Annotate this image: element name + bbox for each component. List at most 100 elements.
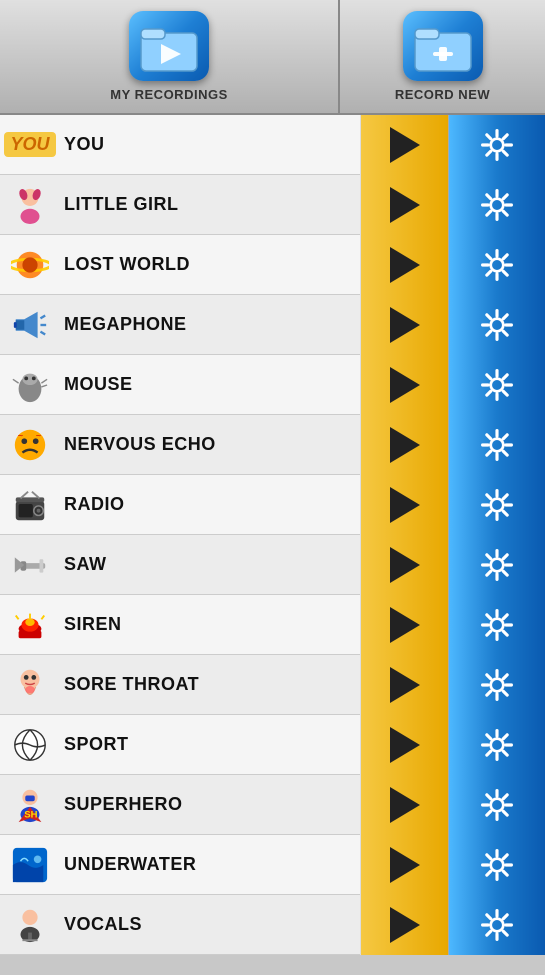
- my-recordings-label: MY RECORDINGS: [110, 87, 228, 102]
- play-button-superhero[interactable]: [360, 775, 448, 835]
- item-icon-little-girl: [0, 175, 60, 235]
- folder-play-svg: [139, 19, 199, 73]
- play-button-megaphone[interactable]: [360, 295, 448, 355]
- list-item-siren: SIREN: [0, 595, 545, 655]
- settings-button-saw[interactable]: [448, 535, 545, 595]
- item-icon-saw: [0, 535, 60, 595]
- list-item-sport: SPORT: [0, 715, 545, 775]
- play-triangle-sport: [390, 727, 420, 763]
- header: MY RECORDINGS RECORD NEW: [0, 0, 545, 115]
- gear-icon-underwater: [479, 847, 515, 883]
- play-button-vocals[interactable]: [360, 895, 448, 955]
- play-triangle-mouse: [390, 367, 420, 403]
- item-icon-lost-world: [0, 235, 60, 295]
- item-label-saw: SAW: [60, 554, 360, 575]
- settings-button-sport[interactable]: [448, 715, 545, 775]
- my-recordings-button[interactable]: MY RECORDINGS: [0, 0, 340, 113]
- play-triangle-sore-throat: [390, 667, 420, 703]
- settings-button-lost-world[interactable]: [448, 235, 545, 295]
- item-label-megaphone: MEGAPHONE: [60, 314, 360, 335]
- play-triangle-underwater: [390, 847, 420, 883]
- my-recordings-icon: [129, 11, 209, 81]
- play-button-sport[interactable]: [360, 715, 448, 775]
- list-item-radio: RADIO: [0, 475, 545, 535]
- gear-icon-vocals: [479, 907, 515, 943]
- gear-icon-superhero: [479, 787, 515, 823]
- play-button-sore-throat[interactable]: [360, 655, 448, 715]
- play-triangle-you: [390, 127, 420, 163]
- item-icon-sport: [0, 715, 60, 775]
- gear-icon-radio: [479, 487, 515, 523]
- play-button-siren[interactable]: [360, 595, 448, 655]
- list-item-megaphone: MEGAPHONE: [0, 295, 545, 355]
- play-button-you[interactable]: [360, 115, 448, 175]
- play-button-little-girl[interactable]: [360, 175, 448, 235]
- play-triangle-siren: [390, 607, 420, 643]
- list-item-superhero: SH SUPERHERO: [0, 775, 545, 835]
- play-triangle-radio: [390, 487, 420, 523]
- settings-button-sore-throat[interactable]: [448, 655, 545, 715]
- list-item-mouse: MOUSE: [0, 355, 545, 415]
- svg-text:~: ~: [36, 430, 42, 441]
- list-item-saw: SAW: [0, 535, 545, 595]
- play-button-underwater[interactable]: [360, 835, 448, 895]
- item-icon-superhero: SH: [0, 775, 60, 835]
- item-icon-nervous-echo: ~~: [0, 415, 60, 475]
- play-triangle-megaphone: [390, 307, 420, 343]
- item-icon-megaphone: [0, 295, 60, 355]
- list-item-sore-throat: SORE THROAT: [0, 655, 545, 715]
- item-icon-radio: [0, 475, 60, 535]
- play-button-mouse[interactable]: [360, 355, 448, 415]
- gear-icon-nervous-echo: [479, 427, 515, 463]
- item-icon-vocals: [0, 895, 60, 955]
- item-label-little-girl: LITTLE GIRL: [60, 194, 360, 215]
- settings-button-superhero[interactable]: [448, 775, 545, 835]
- item-label-vocals: VOCALS: [60, 914, 360, 935]
- gear-icon-you: [479, 127, 515, 163]
- settings-button-megaphone[interactable]: [448, 295, 545, 355]
- settings-button-you[interactable]: [448, 115, 545, 175]
- item-label-radio: RADIO: [60, 494, 360, 515]
- settings-button-nervous-echo[interactable]: [448, 415, 545, 475]
- gear-icon-sore-throat: [479, 667, 515, 703]
- svg-text:SH: SH: [24, 809, 37, 820]
- item-label-superhero: SUPERHERO: [60, 794, 360, 815]
- play-triangle-vocals: [390, 907, 420, 943]
- item-label-siren: SIREN: [60, 614, 360, 635]
- item-label-sport: SPORT: [60, 734, 360, 755]
- gear-icon-megaphone: [479, 307, 515, 343]
- item-label-lost-world: LOST WORLD: [60, 254, 360, 275]
- effects-list: YOU YOU LIT: [0, 115, 545, 955]
- settings-button-siren[interactable]: [448, 595, 545, 655]
- settings-button-radio[interactable]: [448, 475, 545, 535]
- item-label-underwater: UNDERWATER: [60, 854, 360, 875]
- play-button-saw[interactable]: [360, 535, 448, 595]
- list-item-underwater: UNDERWATER: [0, 835, 545, 895]
- item-label-you: YOU: [60, 134, 360, 155]
- folder-plus-svg: [413, 19, 473, 73]
- svg-text:~: ~: [18, 430, 24, 441]
- settings-button-mouse[interactable]: [448, 355, 545, 415]
- play-triangle-nervous-echo: [390, 427, 420, 463]
- settings-button-vocals[interactable]: [448, 895, 545, 955]
- list-item-nervous-echo: ~~ NERVOUS ECHO: [0, 415, 545, 475]
- gear-icon-saw: [479, 547, 515, 583]
- gear-icon-sport: [479, 727, 515, 763]
- record-new-icon: [403, 11, 483, 81]
- gear-icon-little-girl: [479, 187, 515, 223]
- settings-button-little-girl[interactable]: [448, 175, 545, 235]
- play-button-lost-world[interactable]: [360, 235, 448, 295]
- record-new-label: RECORD NEW: [395, 87, 490, 102]
- list-item-lost-world: LOST WORLD: [0, 235, 545, 295]
- item-icon-underwater: [0, 835, 60, 895]
- item-label-mouse: MOUSE: [60, 374, 360, 395]
- play-button-radio[interactable]: [360, 475, 448, 535]
- settings-button-underwater[interactable]: [448, 835, 545, 895]
- play-triangle-saw: [390, 547, 420, 583]
- item-icon-you: YOU: [0, 115, 60, 175]
- record-new-button[interactable]: RECORD NEW: [340, 0, 545, 113]
- play-triangle-lost-world: [390, 247, 420, 283]
- item-icon-sore-throat: [0, 655, 60, 715]
- play-button-nervous-echo[interactable]: [360, 415, 448, 475]
- item-icon-siren: [0, 595, 60, 655]
